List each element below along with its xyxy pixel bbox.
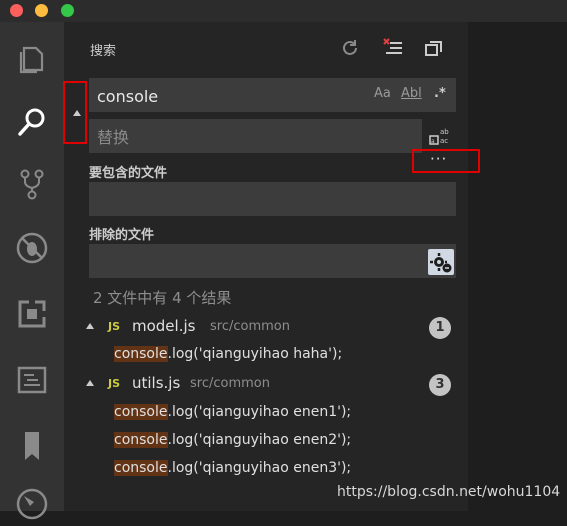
compass-icon[interactable] xyxy=(14,486,50,522)
close-window-button[interactable] xyxy=(10,4,23,17)
file-path: src/common xyxy=(210,319,290,334)
bookmark-icon[interactable] xyxy=(14,428,50,464)
highlight-box-toggle xyxy=(63,81,87,144)
file-name: utils.js xyxy=(132,374,181,392)
exclude-label: 排除的文件 xyxy=(89,228,155,243)
include-label: 要包含的文件 xyxy=(89,166,168,181)
results-summary: 2 文件中有 4 个结果 xyxy=(93,289,232,307)
match-line[interactable]: console.log('qianguyihao enen2'); xyxy=(114,432,351,448)
highlight-box-details xyxy=(412,149,480,173)
collapse-all-icon[interactable] xyxy=(423,37,445,59)
files-icon[interactable] xyxy=(14,40,50,76)
match-highlight: console xyxy=(114,460,168,476)
include-input[interactable] xyxy=(95,186,419,214)
editor-area xyxy=(468,22,567,511)
svg-text:ac: ac xyxy=(440,137,448,145)
match-rest: .log('qianguyihao enen1'); xyxy=(167,404,352,420)
match-whole-word-toggle[interactable]: Abl xyxy=(401,86,422,101)
panel-title: 搜索 xyxy=(90,44,117,59)
clear-results-icon[interactable] xyxy=(382,37,404,59)
watermark: https://blog.csdn.net/wohu1104 xyxy=(337,484,561,500)
result-file-row[interactable]: JS utils.js src/common 3 xyxy=(84,374,456,396)
exclude-field xyxy=(89,244,456,278)
match-count-badge: 3 xyxy=(429,374,451,396)
minimize-window-button[interactable] xyxy=(35,4,48,17)
match-highlight: console xyxy=(114,346,168,362)
file-name: model.js xyxy=(132,317,196,335)
expand-arrow-icon[interactable] xyxy=(86,380,94,386)
extensions-icon[interactable] xyxy=(14,296,50,332)
match-line[interactable]: console.log('qianguyihao haha'); xyxy=(114,346,342,362)
title-bar xyxy=(0,0,567,22)
replace-input[interactable] xyxy=(95,123,399,151)
match-rest: .log('qianguyihao enen3'); xyxy=(167,460,352,476)
zoom-window-button[interactable] xyxy=(61,4,74,17)
match-line[interactable]: console.log('qianguyihao enen3'); xyxy=(114,460,351,476)
regex-toggle[interactable]: .* xyxy=(434,86,446,101)
search-input-box: Aa Abl .* xyxy=(89,78,456,112)
js-file-icon: JS xyxy=(108,320,121,333)
file-path: src/common xyxy=(190,376,270,391)
match-rest: .log('qianguyihao haha'); xyxy=(167,346,343,362)
search-input[interactable] xyxy=(95,82,359,110)
match-highlight: console xyxy=(114,404,168,420)
exclude-input[interactable] xyxy=(95,248,419,276)
replace-all-icon[interactable]: ab ac a xyxy=(429,126,449,146)
match-highlight: console xyxy=(114,432,168,448)
use-exclude-settings-button[interactable] xyxy=(428,249,454,275)
replace-input-box xyxy=(89,119,422,153)
match-case-toggle[interactable]: Aa xyxy=(374,86,391,101)
js-file-icon: JS xyxy=(108,377,121,390)
svg-text:ab: ab xyxy=(440,128,449,136)
result-file-row[interactable]: JS model.js src/common 1 xyxy=(84,317,456,339)
include-field xyxy=(89,182,456,216)
match-rest: .log('qianguyihao enen2'); xyxy=(167,432,352,448)
refresh-icon[interactable] xyxy=(339,37,361,59)
source-control-icon[interactable] xyxy=(14,166,50,202)
expand-arrow-icon[interactable] xyxy=(86,323,94,329)
search-icon[interactable] xyxy=(14,104,50,140)
debug-icon[interactable] xyxy=(14,230,50,266)
match-count-badge: 1 xyxy=(429,317,451,339)
match-line[interactable]: console.log('qianguyihao enen1'); xyxy=(114,404,351,420)
svg-text:a: a xyxy=(431,138,435,145)
output-icon[interactable] xyxy=(14,362,50,398)
